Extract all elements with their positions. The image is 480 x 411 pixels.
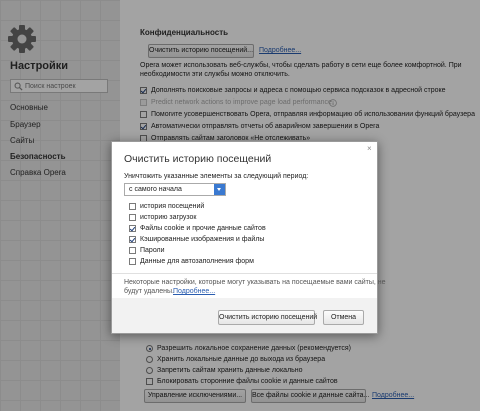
passwords-label: Пароли <box>140 247 165 254</box>
dialog-note-line2: будут удалены. <box>124 288 174 295</box>
cache-checkbox[interactable] <box>129 236 136 243</box>
close-icon[interactable]: × <box>367 145 372 153</box>
chevron-down-icon <box>214 184 225 195</box>
history-checkbox[interactable] <box>129 203 136 210</box>
passwords-checkbox[interactable] <box>129 247 136 254</box>
dialog-title: Очистить историю посещений <box>124 153 272 165</box>
cookies-checkbox[interactable] <box>129 225 136 232</box>
period-label: Уничтожить указанные элементы за следующ… <box>124 173 309 180</box>
cookies-label: Файлы cookie и прочие данные сайтов <box>140 225 266 232</box>
history-label: история посещений <box>140 203 205 210</box>
confirm-clear-button[interactable]: Очистить историю посещений <box>218 310 317 325</box>
downloads-label: историю загрузок <box>140 214 197 221</box>
dialog-note-line1: Некоторые настройки, которые могут указы… <box>124 279 386 286</box>
clear-history-dialog: Очистить историю посещений × Уничтожить … <box>111 141 386 334</box>
downloads-checkbox[interactable] <box>129 214 136 221</box>
cache-label: Кэшированные изображения и файлы <box>140 236 265 243</box>
period-select[interactable]: с самого начала <box>124 183 226 196</box>
dialog-footer: Очистить историю посещений Отмена <box>112 298 377 333</box>
autofill-label: Данные для автозаполнения форм <box>140 258 254 265</box>
dialog-divider <box>112 273 377 274</box>
autofill-checkbox[interactable] <box>129 258 136 265</box>
dialog-more-link[interactable]: Подробнее... <box>173 288 215 295</box>
cancel-button[interactable]: Отмена <box>323 310 364 325</box>
period-select-value: с самого начала <box>129 186 182 193</box>
